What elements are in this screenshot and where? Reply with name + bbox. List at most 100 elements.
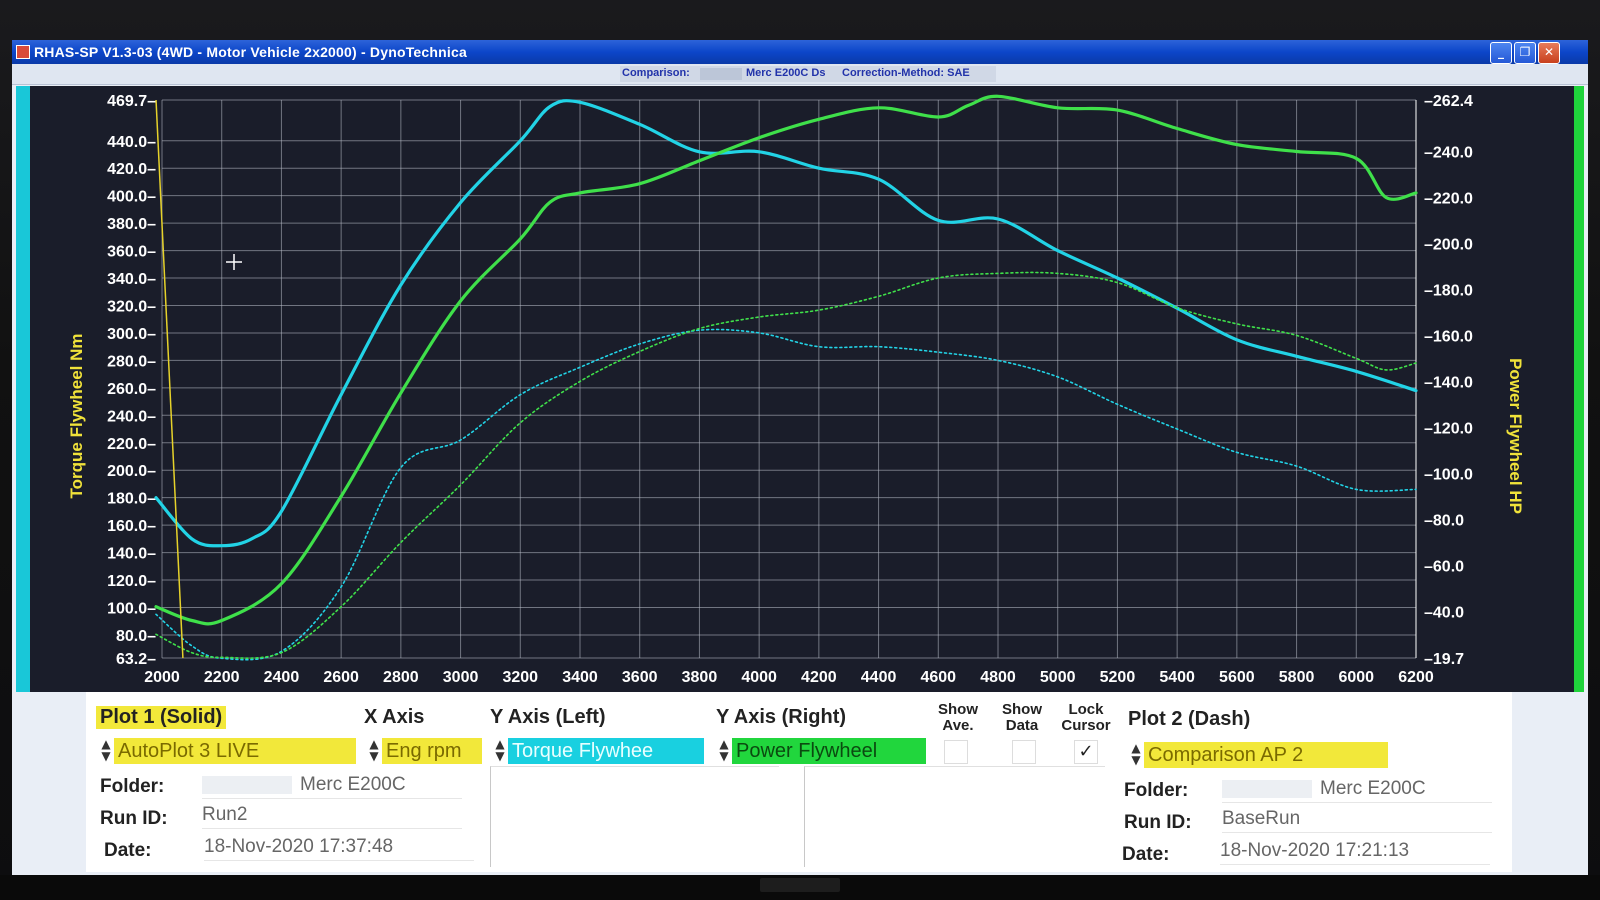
y-left-tick-label: 280.0– xyxy=(107,353,156,370)
y-left-spinner-icon[interactable]: ▲ ▼ xyxy=(494,738,506,764)
data-cursor-line xyxy=(155,99,184,659)
x-tick-label: 3600 xyxy=(622,669,658,686)
y-left-tick-label: 80.0– xyxy=(116,628,156,645)
y-left-tick-label: 63.2– xyxy=(116,651,156,668)
plot1-folder-label: Folder: xyxy=(100,776,165,797)
y-left-tick-label: 320.0– xyxy=(107,298,156,315)
plot2-run-value: BaseRun xyxy=(1222,806,1492,833)
app-window: RHAS-SP V1.3-03 (4WD - Motor Vehicle 2x2… xyxy=(12,40,1588,875)
y-right-tick-label: –262.4 xyxy=(1424,93,1473,110)
close-button[interactable]: ✕ xyxy=(1538,42,1560,64)
plot1-date-value: 18-Nov-2020 17:37:48 xyxy=(204,834,474,861)
plot2-date-value: 18-Nov-2020 17:21:13 xyxy=(1220,838,1490,865)
redacted-block xyxy=(202,775,292,794)
y-left-tick-label: 340.0– xyxy=(107,271,156,288)
plot1-date-label: Date: xyxy=(104,840,152,861)
x-tick-label: 5200 xyxy=(1100,669,1136,686)
y-right-tick-label: –100.0 xyxy=(1424,466,1473,483)
plot2-folder-text: Merc E200C xyxy=(1320,778,1426,799)
plot2-source-spinner-icon[interactable]: ▲ ▼ xyxy=(1130,742,1142,768)
y-left-tick-label: 300.0– xyxy=(107,326,156,343)
right-axis-label: Power Flywheel HP xyxy=(1506,358,1525,514)
y-left-tick-label: 100.0– xyxy=(107,600,156,617)
x-tick-label: 3200 xyxy=(502,669,538,686)
y-left-field[interactable]: Torque Flywhee xyxy=(508,738,704,764)
maximize-button[interactable]: ❐ xyxy=(1514,42,1536,64)
show-data-checkbox[interactable] xyxy=(1012,740,1036,764)
plot1-run-value: Run2 xyxy=(202,802,462,829)
minimize-button[interactable]: _ xyxy=(1490,42,1512,64)
show-ave-checkbox[interactable] xyxy=(944,740,968,764)
x-tick-label: 5000 xyxy=(1040,669,1076,686)
torque-plot1-solid-series xyxy=(154,99,1418,548)
y-left-tick-label: 260.0– xyxy=(107,381,156,398)
y-right-tick-label: –120.0 xyxy=(1424,420,1473,437)
x-tick-label: 5800 xyxy=(1279,669,1315,686)
x-tick-label: 4800 xyxy=(980,669,1016,686)
x-tick-label: 3800 xyxy=(682,669,718,686)
y-left-tick-label: 120.0– xyxy=(107,573,156,590)
lock-cursor-checkbox[interactable]: ✓ xyxy=(1074,740,1098,764)
y-right-tick-label: –60.0 xyxy=(1424,558,1464,575)
plot1-notes-panel xyxy=(490,766,779,867)
show-ave-label: Show Ave. xyxy=(938,701,978,734)
title-bar[interactable]: RHAS-SP V1.3-03 (4WD - Motor Vehicle 2x2… xyxy=(12,40,1588,64)
plot1-source-spinner-icon[interactable]: ▲ ▼ xyxy=(100,738,112,764)
dyno-chart[interactable]: 2000 2200 2400 2600 2800 3000 3200 3400 3600 3800… xyxy=(16,86,1584,692)
x-tick-label: 4200 xyxy=(801,669,837,686)
left-axis-label: Torque Flywheel Nm xyxy=(67,334,86,499)
monitor-brand-logo xyxy=(760,878,840,892)
comparison-label: Comparison: xyxy=(622,67,690,79)
dyno-plot-area[interactable]: 2000 2200 2400 2600 2800 3000 3200 3400 3600 3800… xyxy=(16,86,1584,692)
correction-method: Correction-Method: SAE xyxy=(842,67,970,79)
y-right-tick-label: –200.0 xyxy=(1424,236,1473,253)
app-icon xyxy=(16,45,30,59)
x-axis-title: X Axis xyxy=(364,706,425,728)
plot2-run-label: Run ID: xyxy=(1124,812,1192,833)
y-left-tick-label: 380.0– xyxy=(107,216,156,233)
comparison-info-strip: Comparison: Merc E200C Ds Correction-Met… xyxy=(620,66,996,82)
x-axis-spinner-icon[interactable]: ▲ ▼ xyxy=(368,738,380,764)
x-tick-label: 2800 xyxy=(383,669,419,686)
x-tick-label: 4400 xyxy=(861,669,897,686)
y-left-tick-label: 180.0– xyxy=(107,491,156,508)
plot1-run-label: Run ID: xyxy=(100,808,168,829)
x-tick-label: 2400 xyxy=(264,669,300,686)
redacted-block xyxy=(1222,779,1312,798)
x-tick-label: 4600 xyxy=(920,669,956,686)
comparison-run-name: Merc E200C Ds xyxy=(746,67,826,79)
window-title: RHAS-SP V1.3-03 (4WD - Motor Vehicle 2x2… xyxy=(34,44,467,60)
show-data-label: Show Data xyxy=(1002,701,1042,734)
plot2-date-label: Date: xyxy=(1122,844,1170,865)
y-right-spinner-icon[interactable]: ▲ ▼ xyxy=(718,738,730,764)
x-axis-field[interactable]: Eng rpm xyxy=(382,738,482,764)
y-right-tick-label: –19.7 xyxy=(1424,651,1464,668)
y-right-tick-label: –140.0 xyxy=(1424,374,1473,391)
y-left-tick-label: 240.0– xyxy=(107,408,156,425)
lock-cursor-label: Lock Cursor xyxy=(1061,701,1111,734)
x-tick-label: 3000 xyxy=(443,669,479,686)
control-panel: Plot 1 (Solid) X Axis Y Axis (Left) Y Ax… xyxy=(86,692,1512,872)
x-tick-label: 3400 xyxy=(562,669,598,686)
y-right-tick-label: –180.0 xyxy=(1424,282,1473,299)
y-right-field[interactable]: Power Flywheel xyxy=(732,738,926,764)
y-left-tick-label: 140.0– xyxy=(107,546,156,563)
y-left-tick-label: 220.0– xyxy=(107,436,156,453)
y-left-tick-label: 440.0– xyxy=(107,134,156,151)
plot1-source-field[interactable]: AutoPlot 3 LIVE xyxy=(114,738,356,764)
plot2-title: Plot 2 (Dash) xyxy=(1128,708,1251,730)
y-left-tick-label: 420.0– xyxy=(107,161,156,178)
y-right-tick-label: –40.0 xyxy=(1424,604,1464,621)
torque-plot2-dash-series xyxy=(155,328,1417,661)
plot2-source-field[interactable]: Comparison AP 2 xyxy=(1144,742,1388,768)
plot2-folder-label: Folder: xyxy=(1124,780,1189,801)
plot2-folder-value: Merc E200C xyxy=(1222,776,1492,803)
y-right-tick-label: –220.0 xyxy=(1424,190,1473,207)
plot2-notes-panel xyxy=(804,766,1105,867)
y-right-tick-label: –160.0 xyxy=(1424,328,1473,345)
x-tick-label: 2000 xyxy=(144,669,180,686)
x-tick-label: 2200 xyxy=(204,669,240,686)
plot1-title: Plot 1 (Solid) xyxy=(96,706,227,729)
y-left-tick-label: 469.7– xyxy=(107,93,156,110)
x-tick-label: 5400 xyxy=(1159,669,1195,686)
